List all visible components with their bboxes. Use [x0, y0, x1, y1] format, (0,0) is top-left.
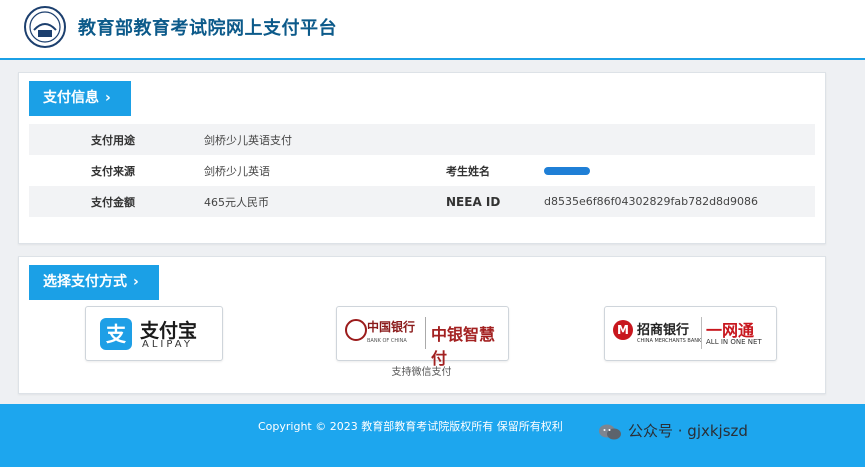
alipay-icon: 支 [100, 318, 132, 350]
site-header: 教育部教育考试院网上支付平台 [0, 0, 865, 60]
payment-info-title: 支付信息 [43, 90, 99, 106]
divider [701, 317, 702, 349]
payment-method-panel: 选择支付方式 › 支 支付宝 ALIPAY 中国银行 BANK OF CHINA … [18, 256, 826, 394]
candidate-name-redacted [544, 167, 590, 175]
chevron-right-icon: › [105, 90, 111, 106]
boc-en: BANK OF CHINA [367, 338, 407, 344]
amount-label: 支付金额 [29, 186, 204, 217]
wechat-support-note: 支持微信支付 [391, 367, 452, 378]
watermark-text: 公众号 · gjxkjszd [628, 422, 748, 440]
site-title: 教育部教育考试院网上支付平台 [78, 18, 337, 39]
divider [425, 317, 426, 349]
boc-name: 中国银行 [367, 320, 416, 334]
cmb-service-en: ALL IN ONE NET [706, 338, 762, 346]
neea-logo-icon [24, 6, 66, 48]
chevron-right-icon: › [133, 274, 139, 290]
boc-logo-icon [345, 319, 367, 341]
payment-info-panel: 支付信息 › 支付用途 剑桥少儿英语支付 支付来源 剑桥少儿英语 考生姓名 支付金… [18, 72, 826, 244]
copyright-text: Copyright © 2023 教育部教育考试院版权所有 保留所有权利 [258, 420, 563, 433]
neea-id-label: NEEA ID [424, 186, 544, 217]
payment-method-tag: 选择支付方式 › [29, 265, 159, 300]
boc-service-name: 中银智慧付 [431, 325, 496, 368]
alipay-en: ALIPAY [142, 339, 193, 350]
table-row: 支付用途 剑桥少儿英语支付 [29, 124, 815, 155]
cmb-en: CHINA MERCHANTS BANK [637, 338, 702, 344]
neea-id-value: d8535e6f86f04302829fab782d8d9086 [544, 186, 815, 217]
purpose-value: 剑桥少儿英语支付 [204, 124, 424, 155]
source-label: 支付来源 [29, 155, 204, 186]
boc-smart-pay-button[interactable]: 中国银行 BANK OF CHINA 中银智慧付 [336, 306, 509, 368]
payment-info-tag: 支付信息 › [29, 81, 131, 116]
candidate-name-label: 考生姓名 [424, 155, 544, 186]
cmb-logo-icon: M [613, 320, 633, 340]
source-value: 剑桥少儿英语 [204, 155, 424, 186]
payment-info-table: 支付用途 剑桥少儿英语支付 支付来源 剑桥少儿英语 考生姓名 支付金额 465元… [29, 124, 815, 217]
wechat-icon [599, 424, 621, 439]
amount-value: 465元人民币 [204, 186, 424, 217]
watermark: 公众号 · gjxkjszd [598, 418, 748, 444]
alipay-button[interactable]: 支 支付宝 ALIPAY [85, 306, 223, 361]
cmb-netpay-button[interactable]: M 招商银行 CHINA MERCHANTS BANK 一网通 ALL IN O… [604, 306, 777, 361]
table-row: 支付金额 465元人民币 NEEA ID d8535e6f86f04302829… [29, 186, 815, 217]
cmb-name: 招商银行 [637, 323, 690, 338]
table-row: 支付来源 剑桥少儿英语 考生姓名 [29, 155, 815, 186]
payment-method-title: 选择支付方式 [43, 274, 127, 290]
purpose-label: 支付用途 [29, 124, 204, 155]
